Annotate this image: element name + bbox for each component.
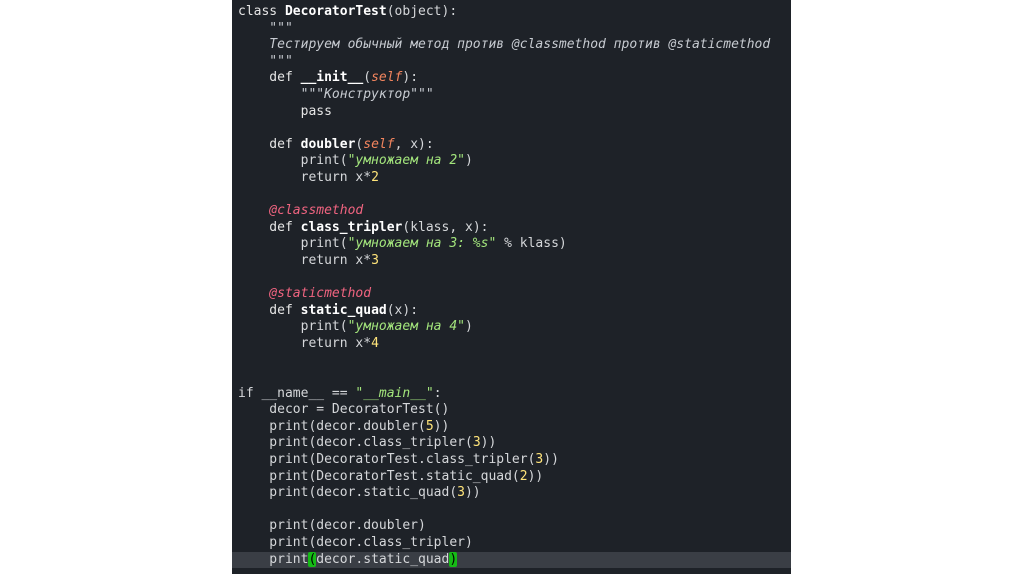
code-token: @staticmethod — [238, 286, 372, 302]
code-token: , x): — [394, 136, 434, 152]
code-token: print(decor.static_quad( — [238, 485, 458, 501]
code-token: """ — [238, 53, 293, 69]
code-token: def — [238, 136, 301, 152]
code-token: 4 — [371, 335, 379, 351]
code-line[interactable]: decor = DecoratorTest() — [232, 402, 791, 419]
code-line[interactable]: return x*3 — [232, 253, 791, 270]
code-token: self — [371, 70, 403, 86]
code-token: if __name__ == — [238, 385, 356, 401]
code-token: 2 — [519, 468, 528, 484]
code-token: self — [363, 136, 395, 152]
code-line[interactable]: return x*2 — [232, 170, 791, 187]
code-line[interactable]: print("умножаем на 3: %s" % klass) — [232, 236, 791, 253]
code-token: print(decor.class_tripler( — [238, 435, 473, 451]
code-token: return x* — [238, 335, 372, 351]
code-token: print( — [238, 319, 348, 335]
code-token: ) — [464, 319, 473, 335]
code-line[interactable]: print(decor.static_quad(3)) — [232, 485, 791, 502]
code-line[interactable]: print(decor.doubler) — [232, 518, 791, 535]
code-token: return x* — [238, 252, 372, 268]
code-token: def — [238, 70, 301, 86]
code-token: )) — [543, 452, 559, 468]
code-line[interactable]: print(DecoratorTest.static_quad(2)) — [232, 469, 791, 486]
code-token: "умножаем на 2" — [347, 153, 465, 169]
code-line-current[interactable]: print(decor.static_quad) — [232, 551, 791, 569]
code-token: 2 — [371, 169, 379, 185]
code-line[interactable]: print(decor.doubler(5)) — [232, 419, 791, 436]
code-line[interactable] — [232, 502, 791, 519]
code-line[interactable]: """ — [232, 21, 791, 38]
code-token: 5 — [425, 418, 434, 434]
code-token: class_tripler — [300, 219, 403, 235]
code-token: 3 — [371, 252, 379, 268]
code-token: 3 — [472, 435, 481, 451]
code-line[interactable]: print(DecoratorTest.class_tripler(3)) — [232, 452, 791, 469]
code-token: """Конструктор""" — [238, 86, 434, 102]
code-token: )) — [480, 435, 497, 451]
code-line[interactable]: pass — [232, 104, 791, 121]
code-token: )) — [527, 468, 544, 484]
code-area[interactable]: class DecoratorTest(object): """ Тестиру… — [232, 4, 791, 569]
code-line[interactable]: Тестируем обычный метод против @classmet… — [232, 37, 791, 54]
code-line[interactable]: def doubler(self, x): — [232, 137, 791, 154]
code-token: "умножаем на 4" — [347, 319, 465, 335]
code-line[interactable] — [232, 352, 791, 369]
matched-bracket: ) — [449, 551, 458, 567]
code-token: decor.static_quad — [316, 551, 450, 567]
code-token: print(decor.class_tripler) — [238, 535, 473, 550]
code-token: print(decor.doubler( — [238, 418, 426, 434]
code-token: 3 — [457, 485, 465, 501]
code-line[interactable] — [232, 270, 791, 287]
code-line[interactable]: def static_quad(x): — [232, 303, 791, 320]
code-line[interactable]: """ — [232, 54, 791, 71]
code-token: class — [238, 4, 285, 19]
code-line[interactable]: return x*4 — [232, 336, 791, 353]
code-token: DecoratorTest — [284, 4, 387, 19]
code-line[interactable]: def class_tripler(klass, x): — [232, 220, 791, 237]
code-line[interactable]: print("умножаем на 4") — [232, 319, 791, 336]
code-token: "__main__" — [355, 385, 434, 401]
code-line[interactable] — [232, 369, 791, 386]
code-token: print — [238, 551, 309, 567]
code-line[interactable]: print(decor.class_tripler(3)) — [232, 435, 791, 452]
code-token: print( — [238, 153, 348, 169]
code-token: @classmethod — [238, 203, 364, 219]
code-token: __init__ — [300, 70, 364, 86]
code-token: def — [238, 302, 301, 318]
code-line[interactable]: """Конструктор""" — [232, 87, 791, 104]
code-token: )) — [433, 418, 450, 434]
code-token: """ — [238, 20, 293, 36]
code-token: Тестируем обычный метод против @classmet… — [238, 37, 771, 53]
code-token: doubler — [300, 136, 356, 152]
code-token: print( — [238, 236, 348, 252]
code-token: % klass) — [496, 236, 567, 252]
code-line[interactable] — [232, 120, 791, 137]
code-token: return x* — [238, 169, 372, 185]
code-token: ): — [402, 70, 419, 86]
code-token: def — [238, 219, 301, 235]
code-token: print(DecoratorTest.class_tripler( — [238, 452, 536, 468]
code-token: (object): — [386, 4, 458, 19]
code-line[interactable]: print("умножаем на 2") — [232, 153, 791, 170]
code-token: : — [433, 385, 442, 401]
code-line[interactable]: print(decor.class_tripler) — [232, 535, 791, 552]
code-token: "умножаем на 3: %s" — [347, 236, 497, 252]
code-token: (klass, x): — [402, 219, 489, 235]
code-line[interactable]: def __init__(self): — [232, 70, 791, 87]
code-editor[interactable]: class DecoratorTest(object): """ Тестиру… — [232, 0, 791, 574]
code-token: static_quad — [300, 302, 387, 318]
code-token: ) — [464, 153, 473, 169]
code-token: print(DecoratorTest.static_quad( — [238, 468, 520, 484]
code-token: print(decor.doubler) — [238, 518, 426, 534]
code-line[interactable]: @staticmethod — [232, 286, 791, 303]
code-token: )) — [464, 485, 481, 501]
code-line[interactable]: class DecoratorTest(object): — [232, 4, 791, 21]
code-line[interactable] — [232, 187, 791, 204]
code-token: decor = DecoratorTest() — [238, 402, 450, 418]
code-token: pass — [238, 103, 332, 119]
code-line[interactable]: if __name__ == "__main__": — [232, 386, 791, 403]
code-token: (x): — [386, 302, 419, 318]
code-token: ( — [363, 70, 372, 86]
code-line[interactable]: @classmethod — [232, 203, 791, 220]
